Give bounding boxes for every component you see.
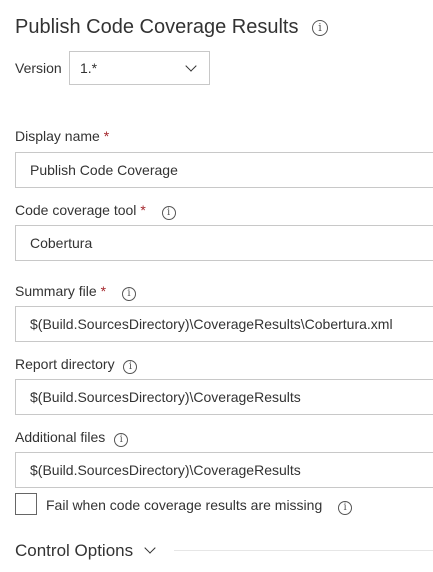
fail-when-missing-label-text: Fail when code coverage results are miss…	[46, 497, 323, 513]
info-icon[interactable]: i	[121, 287, 136, 301]
display-name-label-text: Display name	[15, 128, 100, 144]
info-icon[interactable]: i	[114, 433, 129, 447]
info-icon[interactable]: i	[312, 20, 329, 36]
summary-file-label-text: Summary file	[15, 283, 97, 299]
chevron-down-icon	[185, 60, 197, 72]
summary-file-label: Summary file * i	[15, 283, 136, 301]
display-name-input[interactable]: Publish Code Coverage	[15, 152, 433, 188]
required-marker: *	[100, 283, 107, 299]
report-directory-label: Report directory i	[15, 356, 138, 374]
report-directory-label-text: Report directory	[15, 356, 115, 372]
required-marker: *	[103, 128, 110, 144]
chevron-down-icon	[144, 542, 156, 554]
version-value: 1.*	[80, 60, 98, 76]
code-coverage-tool-label-text: Code coverage tool	[15, 202, 137, 218]
control-options-toggle[interactable]: Control Options	[15, 541, 156, 561]
task-title-text: Publish Code Coverage Results	[15, 16, 299, 38]
summary-file-input[interactable]: $(Build.SourcesDirectory)\CoverageResult…	[15, 306, 433, 342]
info-icon[interactable]: i	[338, 501, 353, 515]
section-divider	[174, 550, 433, 551]
info-icon[interactable]: i	[161, 206, 176, 220]
control-options-label: Control Options	[15, 541, 134, 560]
additional-files-input[interactable]: $(Build.SourcesDirectory)\CoverageResult…	[15, 452, 433, 488]
info-icon[interactable]: i	[123, 360, 138, 374]
additional-files-label: Additional files i	[15, 429, 129, 447]
version-label: Version	[15, 60, 62, 76]
display-name-label: Display name *	[15, 128, 109, 144]
fail-when-missing-checkbox[interactable]	[15, 493, 37, 515]
additional-files-label-text: Additional files	[15, 429, 106, 445]
code-coverage-tool-label: Code coverage tool * i	[15, 202, 176, 220]
task-title: Publish Code Coverage Results i	[15, 16, 329, 39]
fail-when-missing-label: Fail when code coverage results are miss…	[46, 497, 353, 515]
version-select[interactable]: 1.*	[69, 51, 210, 85]
code-coverage-tool-input[interactable]: Cobertura	[15, 225, 433, 261]
report-directory-input[interactable]: $(Build.SourcesDirectory)\CoverageResult…	[15, 379, 433, 415]
required-marker: *	[140, 202, 146, 218]
